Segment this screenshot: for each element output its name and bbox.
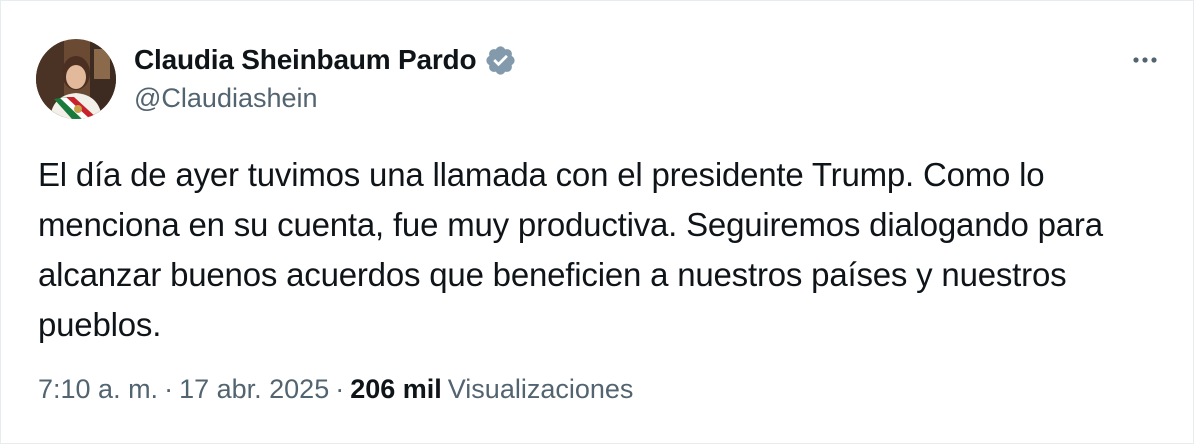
more-options-icon[interactable] [1125, 43, 1165, 77]
avatar-image [36, 39, 116, 119]
tweet-text: El día de ayer tuvimos una llamada con e… [38, 156, 1103, 343]
tweet-time[interactable]: 7:10 a. m. [38, 374, 158, 405]
author-name-row: Claudia Sheinbaum Pardo [134, 42, 517, 78]
tweet-meta: 7:10 a. m. · 17 abr. 2025 · 206 mil Visu… [38, 374, 633, 405]
verified-badge-icon[interactable] [484, 44, 517, 77]
meta-separator: · [164, 374, 174, 404]
meta-separator: · [335, 374, 345, 404]
author-handle[interactable]: @Claudiashein [134, 83, 318, 114]
tweet-card: Claudia Sheinbaum Pardo @Claudiashein El… [0, 0, 1194, 444]
tweet-date[interactable]: 17 abr. 2025 [179, 374, 329, 405]
author-display-name[interactable]: Claudia Sheinbaum Pardo [134, 44, 477, 76]
views-label[interactable]: Visualizaciones [448, 374, 634, 405]
avatar[interactable] [36, 39, 116, 119]
views-count[interactable]: 206 mil [350, 374, 442, 405]
